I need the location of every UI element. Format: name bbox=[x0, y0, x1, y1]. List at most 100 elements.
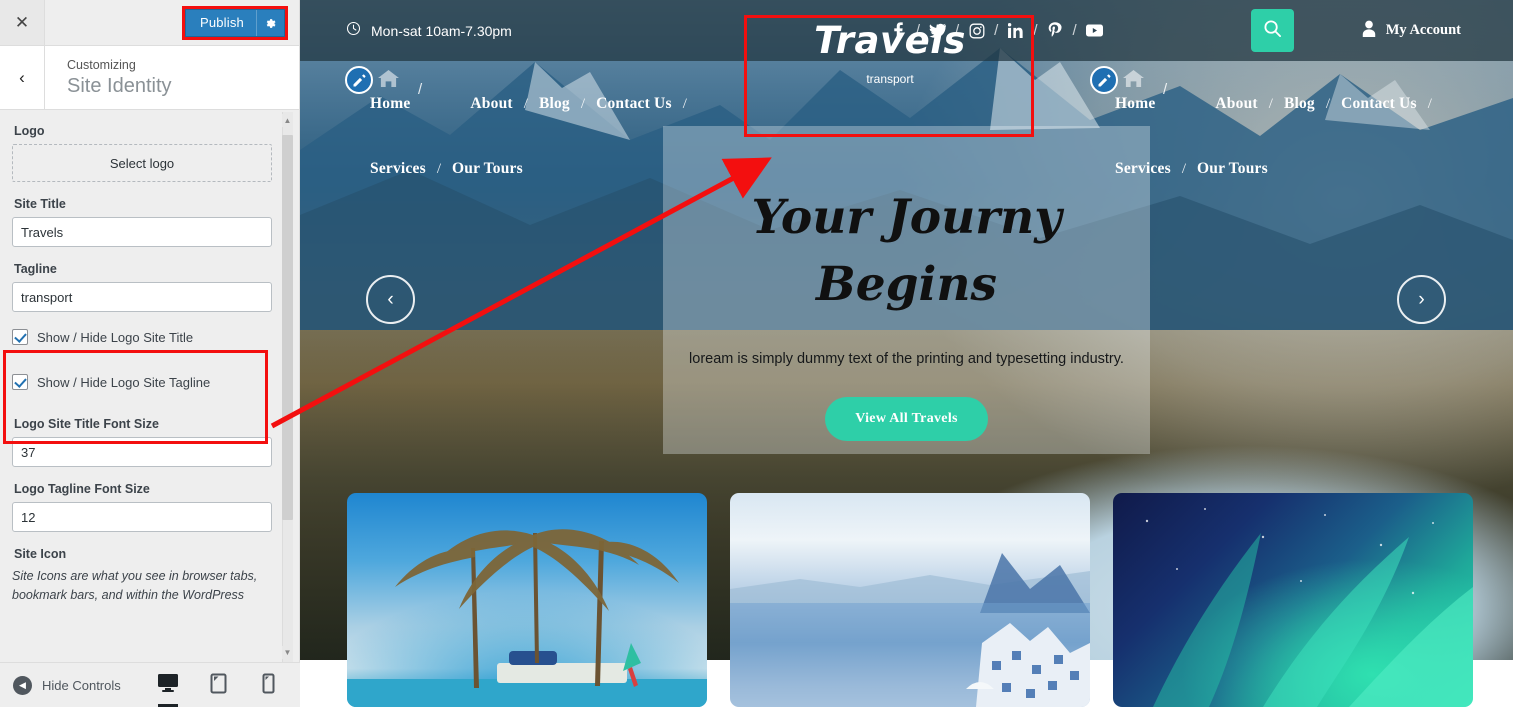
site-title-input[interactable] bbox=[12, 217, 272, 247]
palms-artwork bbox=[347, 529, 707, 707]
customizer-header-titles: Customizing Site Identity bbox=[45, 46, 172, 109]
publish-button[interactable]: Publish bbox=[184, 9, 285, 37]
show-hide-title-label: Show / Hide Logo Site Title bbox=[37, 329, 194, 345]
clock-icon bbox=[346, 21, 361, 41]
separator: / bbox=[436, 160, 441, 177]
pinterest-icon[interactable] bbox=[1047, 22, 1064, 39]
separator: / bbox=[1072, 22, 1077, 39]
site-title-label: Site Title bbox=[14, 197, 66, 211]
nav-row-secondary: Services / Our Tours bbox=[1115, 160, 1268, 178]
customizer-body: Logo Select logo Site Title Tagline Show… bbox=[0, 111, 299, 662]
youtube-icon[interactable] bbox=[1085, 24, 1103, 37]
nav-item-services[interactable]: Services bbox=[1115, 160, 1171, 178]
hero-caption: Your Journy Begins loream is simply dumm… bbox=[663, 126, 1150, 454]
show-hide-title-row[interactable]: Show / Hide Logo Site Title bbox=[12, 326, 285, 348]
close-icon[interactable]: ✕ bbox=[0, 0, 45, 45]
tagline-label: Tagline bbox=[14, 262, 57, 276]
customizer-header: ‹ Customizing Site Identity bbox=[0, 46, 299, 110]
nav-item-contact-us[interactable]: Contact Us bbox=[1341, 95, 1417, 113]
site-icon-label: Site Icon bbox=[14, 547, 67, 561]
nav-item-home[interactable]: Home bbox=[1115, 95, 1155, 113]
nav-item-our-tours[interactable]: Our Tours bbox=[452, 160, 523, 178]
nav-row-primary: Home About / Blog / Contact Us / bbox=[370, 95, 698, 113]
title-font-size-label: Logo Site Title Font Size bbox=[14, 417, 159, 431]
pencil-edit-icon[interactable] bbox=[1090, 66, 1118, 94]
tagline-font-size-input[interactable] bbox=[12, 502, 272, 532]
tagline-font-size-label: Logo Tagline Font Size bbox=[14, 482, 150, 496]
separator: / bbox=[1181, 160, 1186, 177]
nav-item-about[interactable]: About bbox=[470, 95, 512, 113]
site-tagline: transport bbox=[866, 72, 914, 86]
customizing-label: Customizing bbox=[67, 58, 136, 72]
customizer-scroll-content: Logo Select logo Site Title Tagline Show… bbox=[0, 111, 299, 605]
nav-item-contact-us[interactable]: Contact Us bbox=[596, 95, 672, 113]
search-button[interactable] bbox=[1250, 9, 1294, 52]
separator: / bbox=[1427, 95, 1432, 112]
gear-icon[interactable] bbox=[256, 10, 284, 36]
nav-item-about[interactable]: About bbox=[1215, 95, 1257, 113]
show-hide-title-checkbox[interactable] bbox=[12, 329, 28, 345]
scroll-down-icon[interactable]: ▼ bbox=[282, 646, 293, 659]
publish-highlight-box: Publish bbox=[181, 6, 288, 40]
separator: / bbox=[1325, 95, 1331, 112]
hide-controls-button[interactable]: ◀ Hide Controls bbox=[13, 675, 121, 695]
opening-hours-text: Mon-sat 10am-7.30pm bbox=[371, 22, 512, 39]
collapse-icon: ◀ bbox=[13, 675, 32, 695]
separator: / bbox=[1033, 22, 1038, 39]
separator: / bbox=[682, 95, 687, 112]
desktop-icon[interactable] bbox=[154, 670, 182, 707]
customizer-panel: ✕ Publish ‹ Customizing Site Identity Lo… bbox=[0, 0, 300, 707]
nav-item-blog[interactable]: Blog bbox=[1284, 95, 1315, 113]
hide-controls-label: Hide Controls bbox=[42, 677, 121, 693]
scroll-up-icon[interactable]: ▲ bbox=[282, 114, 293, 127]
mobile-icon[interactable] bbox=[254, 670, 282, 700]
home-icon[interactable] bbox=[1123, 69, 1144, 93]
coast-artwork bbox=[730, 553, 1090, 707]
nav-item-blog[interactable]: Blog bbox=[539, 95, 570, 113]
device-preview-group bbox=[154, 670, 282, 707]
hero-heading-line2: Begins bbox=[816, 257, 997, 312]
pencil-edit-icon[interactable] bbox=[345, 66, 373, 94]
publish-button-label: Publish bbox=[199, 15, 244, 30]
nav-row-secondary: Services / Our Tours bbox=[370, 160, 523, 178]
destination-cards bbox=[300, 493, 1513, 707]
nav-row-primary: Home About / Blog / Contact Us / bbox=[1115, 95, 1443, 113]
carousel-prev-button[interactable]: ‹ bbox=[366, 275, 415, 324]
view-all-travels-button[interactable]: View All Travels bbox=[825, 397, 988, 441]
tagline-input[interactable] bbox=[12, 282, 272, 312]
page-title: Site Identity bbox=[67, 75, 172, 97]
card-palms[interactable] bbox=[347, 493, 707, 707]
nav-item-home[interactable]: Home bbox=[370, 95, 410, 113]
opening-hours: Mon-sat 10am-7.30pm bbox=[346, 21, 512, 41]
hero-heading-line1: Your Journy bbox=[751, 190, 1062, 245]
separator: / bbox=[580, 95, 586, 112]
my-account-label: My Account bbox=[1385, 22, 1461, 38]
site-icon-note: Site Icons are what you see in browser t… bbox=[12, 569, 258, 602]
nav-item-our-tours[interactable]: Our Tours bbox=[1197, 160, 1268, 178]
separator: / bbox=[1268, 95, 1273, 112]
site-title: Travels bbox=[814, 19, 966, 62]
my-account-link[interactable]: My Account bbox=[1361, 20, 1461, 42]
show-hide-tagline-label: Show / Hide Logo Site Tagline bbox=[37, 374, 211, 390]
card-coast[interactable] bbox=[730, 493, 1090, 707]
tablet-icon[interactable] bbox=[204, 670, 232, 700]
customizer-footer: ◀ Hide Controls bbox=[0, 662, 300, 707]
title-font-size-input[interactable] bbox=[12, 437, 272, 467]
show-hide-tagline-checkbox[interactable] bbox=[12, 374, 28, 390]
carousel-next-button[interactable]: › bbox=[1397, 275, 1446, 324]
customizer-topbar: ✕ Publish bbox=[0, 0, 299, 46]
chevron-left-icon[interactable]: ‹ bbox=[0, 46, 45, 109]
select-logo-button[interactable]: Select logo bbox=[12, 144, 272, 182]
logo-label: Logo bbox=[14, 124, 45, 138]
site-preview: Mon-sat 10am-7.30pm / / / / / My Account… bbox=[300, 0, 1513, 707]
home-icon[interactable] bbox=[378, 69, 399, 93]
hero-paragraph: loream is simply dummy text of the print… bbox=[689, 351, 1124, 367]
select-logo-label: Select logo bbox=[109, 155, 175, 171]
show-hide-tagline-row[interactable]: Show / Hide Logo Site Tagline bbox=[12, 371, 285, 393]
panel-scrollbar-thumb[interactable] bbox=[282, 135, 293, 520]
card-aurora[interactable] bbox=[1113, 493, 1473, 707]
aurora-artwork bbox=[1145, 508, 1473, 707]
hero-heading: Your Journy Begins bbox=[692, 184, 1122, 318]
nav-item-services[interactable]: Services bbox=[370, 160, 426, 178]
user-icon bbox=[1361, 20, 1377, 42]
